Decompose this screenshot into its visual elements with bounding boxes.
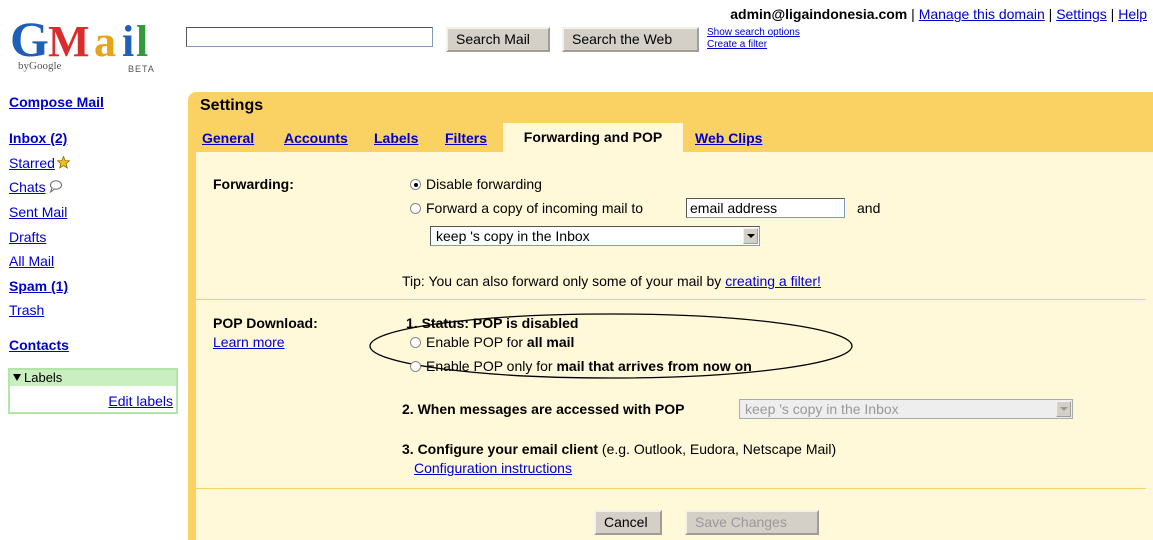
nav-chats-label[interactable]: Chats: [9, 179, 46, 195]
search-web-button[interactable]: Search the Web: [562, 27, 699, 52]
cancel-button[interactable]: Cancel: [594, 510, 662, 535]
svg-text:a: a: [94, 17, 116, 62]
forward-copy-radio[interactable]: [410, 203, 421, 214]
settings-content: Forwarding: Disable forwarding Forward a…: [196, 152, 1153, 540]
user-email: admin@ligaindonesia.com: [730, 6, 908, 22]
configuration-instructions-link[interactable]: Configuration instructions: [414, 460, 572, 476]
and-text: and: [857, 200, 881, 216]
labels-header-text: Labels: [24, 370, 63, 385]
svg-text:i: i: [122, 17, 134, 62]
nav-starred[interactable]: Starred: [9, 155, 70, 171]
by-google-text: byGoogle: [18, 60, 62, 72]
configure-client-bold: 3. Configure your email client: [402, 441, 599, 457]
help-link[interactable]: Help: [1118, 6, 1147, 22]
enable-pop-all-radio[interactable]: [410, 337, 421, 348]
forwarding-label: Forwarding:: [213, 176, 294, 192]
section-divider: [196, 299, 1146, 300]
gmail-logo-mark: G M a i l: [10, 14, 148, 62]
disable-forwarding-text: Disable forwarding: [426, 176, 542, 192]
creating-filter-link[interactable]: creating a filter!: [725, 273, 821, 289]
nav-starred-label[interactable]: Starred: [9, 155, 55, 171]
tab-labels[interactable]: Labels: [374, 130, 418, 146]
enable-pop-now-text: Enable POP only for: [426, 358, 557, 374]
forward-copy-text: Forward a copy of incoming mail to: [426, 200, 644, 216]
save-changes-button[interactable]: Save Changes: [685, 510, 819, 535]
enable-pop-now-option[interactable]: Enable POP only for mail that arrives fr…: [410, 358, 752, 374]
tab-forwarding-pop[interactable]: Forwarding and POP: [503, 123, 683, 152]
when-accessed-text: 2. When messages are accessed with POP: [402, 401, 685, 417]
disable-forwarding-radio[interactable]: [410, 179, 421, 190]
beta-badge: BETA: [128, 64, 155, 74]
nav-trash[interactable]: Trash: [9, 302, 44, 318]
enable-pop-now-radio[interactable]: [410, 361, 421, 372]
labels-box: Labels Edit labels: [8, 368, 178, 414]
forward-email-input[interactable]: [686, 198, 845, 218]
enable-pop-all-text: Enable POP for: [426, 334, 527, 350]
configure-client-text: 3. Configure your email client (e.g. Out…: [402, 441, 836, 457]
svg-text:l: l: [136, 17, 148, 62]
disable-forwarding-option[interactable]: Disable forwarding: [410, 176, 542, 192]
separator: |: [911, 6, 915, 22]
pop-status: 1. Status: POP is disabled: [406, 315, 579, 331]
svg-text:G: G: [10, 14, 49, 62]
create-filter-link[interactable]: Create a filter: [707, 39, 800, 51]
tab-accounts[interactable]: Accounts: [284, 130, 348, 146]
forwarding-tip: Tip: You can also forward only some of y…: [402, 273, 821, 289]
learn-more-link[interactable]: Learn more: [213, 334, 285, 350]
pop-action-value: keep 's copy in the Inbox: [745, 401, 899, 417]
compose-mail-link[interactable]: Compose Mail: [9, 94, 104, 110]
forward-copy-option[interactable]: Forward a copy of incoming mail to: [410, 200, 643, 216]
settings-panel: Settings General Accounts Labels Filters…: [188, 92, 1153, 540]
nav-contacts[interactable]: Contacts: [9, 337, 69, 353]
separator: |: [1110, 6, 1115, 22]
nav-sent-mail[interactable]: Sent Mail: [9, 204, 67, 220]
search-links: Show search options Create a filter: [707, 27, 800, 51]
enable-pop-all-option[interactable]: Enable POP for all mail: [410, 334, 574, 350]
svg-text:M: M: [48, 17, 90, 62]
nav-inbox[interactable]: Inbox (2): [9, 130, 67, 146]
section-divider: [196, 488, 1146, 489]
forward-action-select[interactable]: keep 's copy in the Inbox: [430, 226, 760, 246]
edit-labels-link[interactable]: Edit labels: [108, 393, 173, 409]
tab-filters[interactable]: Filters: [445, 130, 487, 146]
manage-domain-link[interactable]: Manage this domain: [919, 6, 1045, 22]
page-title: Settings: [200, 97, 264, 114]
search-input[interactable]: [186, 27, 433, 47]
pop-action-select[interactable]: keep 's copy in the Inbox: [739, 399, 1073, 419]
pop-download-label: POP Download:: [213, 315, 318, 331]
nav-drafts[interactable]: Drafts: [9, 229, 46, 245]
user-bar: admin@ligaindonesia.com | Manage this do…: [730, 6, 1147, 22]
dropdown-arrow-icon[interactable]: [743, 228, 758, 244]
chat-bubble-icon: [49, 180, 62, 193]
settings-link[interactable]: Settings: [1056, 6, 1107, 22]
gmail-logo[interactable]: G M a i l byGoogle BETA: [10, 14, 180, 76]
separator: |: [1048, 6, 1053, 22]
enable-pop-all-bold: all mail: [526, 334, 575, 350]
search-mail-button[interactable]: Search Mail: [446, 27, 550, 52]
show-search-options-link[interactable]: Show search options: [707, 27, 800, 39]
tab-general[interactable]: General: [202, 130, 254, 146]
nav-chats[interactable]: Chats: [9, 179, 62, 195]
star-icon: [56, 156, 70, 169]
nav-all-mail[interactable]: All Mail: [9, 253, 54, 269]
collapse-triangle-icon[interactable]: [13, 374, 21, 381]
tab-web-clips[interactable]: Web Clips: [695, 130, 762, 146]
tip-text: Tip: You can also forward only some of y…: [402, 273, 726, 289]
configure-client-rest: (e.g. Outlook, Eudora, Netscape Mail): [598, 441, 837, 457]
nav-spam[interactable]: Spam (1): [9, 278, 68, 294]
dropdown-arrow-icon[interactable]: [1056, 401, 1071, 417]
labels-header[interactable]: Labels: [10, 370, 176, 386]
forward-action-value: keep 's copy in the Inbox: [436, 228, 590, 244]
enable-pop-now-bold: mail that arrives from now on: [556, 358, 752, 374]
